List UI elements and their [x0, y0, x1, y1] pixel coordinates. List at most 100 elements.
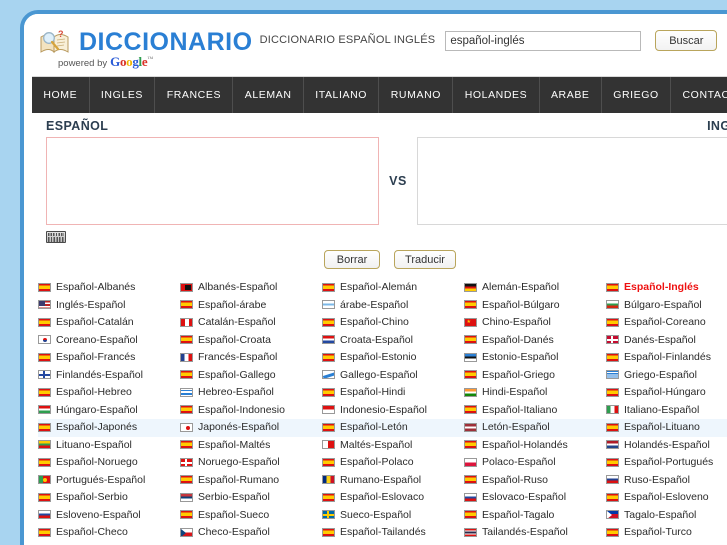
language-pair-link[interactable]: Español-Alemán: [322, 281, 417, 293]
language-pair-link[interactable]: Tagalo-Español: [606, 509, 696, 521]
language-pair-link[interactable]: Coreano-Español: [38, 334, 138, 346]
language-pair-link[interactable]: Francés-Español: [180, 351, 277, 363]
language-pair-link[interactable]: Español-Ruso: [464, 474, 548, 486]
language-pair-link[interactable]: Español-Checo: [38, 526, 128, 538]
nav-item-holandes[interactable]: HOLANDES: [453, 77, 540, 113]
language-pair-link[interactable]: Español-Turco: [606, 526, 692, 538]
language-pair-link[interactable]: Gallego-Español: [322, 369, 418, 381]
language-pair-link[interactable]: Español-Griego: [464, 369, 555, 381]
language-pair-link[interactable]: Chino-Español: [464, 316, 551, 328]
language-pair-link[interactable]: Italiano-Español: [606, 404, 699, 416]
nav-item-aleman[interactable]: ALEMAN: [233, 77, 304, 113]
language-pair-link[interactable]: Ruso-Español: [606, 474, 690, 486]
language-pair-link[interactable]: Español-Hebreo: [38, 386, 132, 398]
language-pair-label: Griego-Español: [624, 368, 697, 381]
nav-item-italiano[interactable]: ITALIANO: [304, 77, 380, 113]
language-pair-link[interactable]: Noruego-Español: [180, 456, 280, 468]
language-pair-link[interactable]: Español-Búlgaro: [464, 299, 560, 311]
language-pair-link[interactable]: Español-Letón: [322, 421, 408, 433]
language-pair-link[interactable]: Hindi-Español: [464, 386, 547, 398]
language-pair-link[interactable]: Español-Esloveno: [606, 491, 709, 503]
language-pair-link[interactable]: Checo-Español: [180, 526, 270, 538]
language-pair-link[interactable]: Eslovaco-Español: [464, 491, 566, 503]
language-pair-link[interactable]: Español-Serbio: [38, 491, 128, 503]
language-pair-link[interactable]: Catalán-Español: [180, 316, 276, 328]
language-pair-link[interactable]: Español-Finlandés: [606, 351, 711, 363]
language-pair-link[interactable]: Croata-Español: [322, 334, 413, 346]
language-pair-link[interactable]: Español-Indonesio: [180, 404, 285, 416]
language-pair-link[interactable]: Japonés-Español: [180, 421, 279, 433]
language-pair-link[interactable]: Búlgaro-Español: [606, 299, 702, 311]
source-text-area[interactable]: [46, 137, 379, 225]
language-pair-link[interactable]: Español-Húngaro: [606, 386, 706, 398]
nav-item-arabe[interactable]: ARABE: [540, 77, 602, 113]
language-pair-link[interactable]: Finlandés-Español: [38, 369, 143, 381]
search-input[interactable]: [445, 30, 642, 51]
flag-icon: [464, 405, 477, 414]
language-pair-link[interactable]: Danés-Español: [606, 334, 696, 346]
language-pair-link[interactable]: Español-Polaco: [322, 456, 414, 468]
language-pair-link[interactable]: Español-Inglés: [606, 281, 699, 293]
language-pair-link[interactable]: Español-Portugués: [606, 456, 713, 468]
nav-item-home[interactable]: HOME: [32, 77, 90, 113]
language-pair-link[interactable]: Portugués-Español: [38, 474, 145, 486]
flag-icon: [464, 370, 477, 379]
language-pair-link[interactable]: Alemán-Español: [464, 281, 559, 293]
language-pair-link[interactable]: Español-Tagalo: [464, 509, 554, 521]
nav-item-ingles[interactable]: INGLES: [90, 77, 156, 113]
language-pair-link[interactable]: Estonio-Español: [464, 351, 558, 363]
nav-item-rumano[interactable]: RUMANO: [379, 77, 454, 113]
translate-button[interactable]: Traducir: [394, 250, 456, 269]
language-pair-link[interactable]: Sueco-Español: [322, 509, 411, 521]
language-pair-link[interactable]: Húngaro-Español: [38, 404, 138, 416]
language-pair-link[interactable]: Español-Catalán: [38, 316, 134, 328]
language-pair-link[interactable]: Español-Hindi: [322, 386, 405, 398]
language-pair-link[interactable]: Español-Holandés: [464, 439, 568, 451]
target-text-area[interactable]: [417, 137, 727, 225]
language-pair-link[interactable]: Español-Sueco: [180, 509, 269, 521]
language-pair-link[interactable]: Español-Eslovaco: [322, 491, 424, 503]
language-cell: Finlandés-Español: [38, 367, 180, 385]
language-pair-link[interactable]: Lituano-Español: [38, 439, 132, 451]
language-pair-link[interactable]: Polaco-Español: [464, 456, 556, 468]
language-pair-link[interactable]: Letón-Español: [464, 421, 550, 433]
language-pair-link[interactable]: Serbio-Español: [180, 491, 270, 503]
language-pair-link[interactable]: Albanés-Español: [180, 281, 277, 293]
language-cell: Español-Alemán: [322, 279, 464, 297]
language-pair-link[interactable]: Tailandés-Español: [464, 526, 568, 538]
language-pair-link[interactable]: Griego-Español: [606, 369, 697, 381]
language-pair-link[interactable]: Español-Tailandés: [322, 526, 426, 538]
language-pair-link[interactable]: Español-Albanés: [38, 281, 135, 293]
clear-button[interactable]: Borrar: [324, 250, 381, 269]
language-pair-link[interactable]: Español-Francés: [38, 351, 135, 363]
language-pair-link[interactable]: Español-Chino: [322, 316, 409, 328]
language-pair-link[interactable]: Español-Noruego: [38, 456, 138, 468]
language-pair-link[interactable]: Español-Coreano: [606, 316, 706, 328]
language-pair-link[interactable]: Español-Italiano: [464, 404, 557, 416]
language-pair-link[interactable]: Inglés-Español: [38, 299, 125, 311]
language-pair-link[interactable]: árabe-Español: [322, 299, 408, 311]
nav-item-frances[interactable]: FRANCES: [155, 77, 234, 113]
language-pair-link[interactable]: Español-Japonés: [38, 421, 137, 433]
vs-separator: VS: [389, 174, 407, 188]
language-pair-link[interactable]: Español-Lituano: [606, 421, 700, 433]
language-pair-link[interactable]: Indonesio-Español: [322, 404, 427, 416]
nav-item-contact[interactable]: CONTACT: [671, 77, 727, 113]
search-button[interactable]: Buscar: [655, 30, 718, 51]
virtual-keyboard-icon-source[interactable]: [46, 230, 66, 243]
language-pair-link[interactable]: Maltés-Español: [322, 439, 412, 451]
language-pair-label: Español-Portugués: [624, 456, 714, 468]
language-pair-link[interactable]: Español-Croata: [180, 334, 271, 346]
language-pair-link[interactable]: Hebreo-Español: [180, 386, 274, 398]
language-pair-link[interactable]: Español-Danés: [464, 334, 554, 346]
language-pair-link[interactable]: Español-Rumano: [180, 474, 279, 486]
language-pair-link[interactable]: Español-árabe: [180, 299, 266, 311]
language-pair-link[interactable]: Rumano-Español: [322, 474, 421, 486]
logo-block[interactable]: ? DICCIONARIO: [38, 22, 253, 56]
language-pair-link[interactable]: Holandés-Español: [606, 439, 710, 451]
language-pair-link[interactable]: Español-Gallego: [180, 369, 276, 381]
language-pair-link[interactable]: Español-Maltés: [180, 439, 270, 451]
language-pair-link[interactable]: Español-Estonio: [322, 351, 416, 363]
language-pair-link[interactable]: Esloveno-Español: [38, 509, 141, 521]
nav-item-griego[interactable]: GRIEGO: [602, 77, 672, 113]
